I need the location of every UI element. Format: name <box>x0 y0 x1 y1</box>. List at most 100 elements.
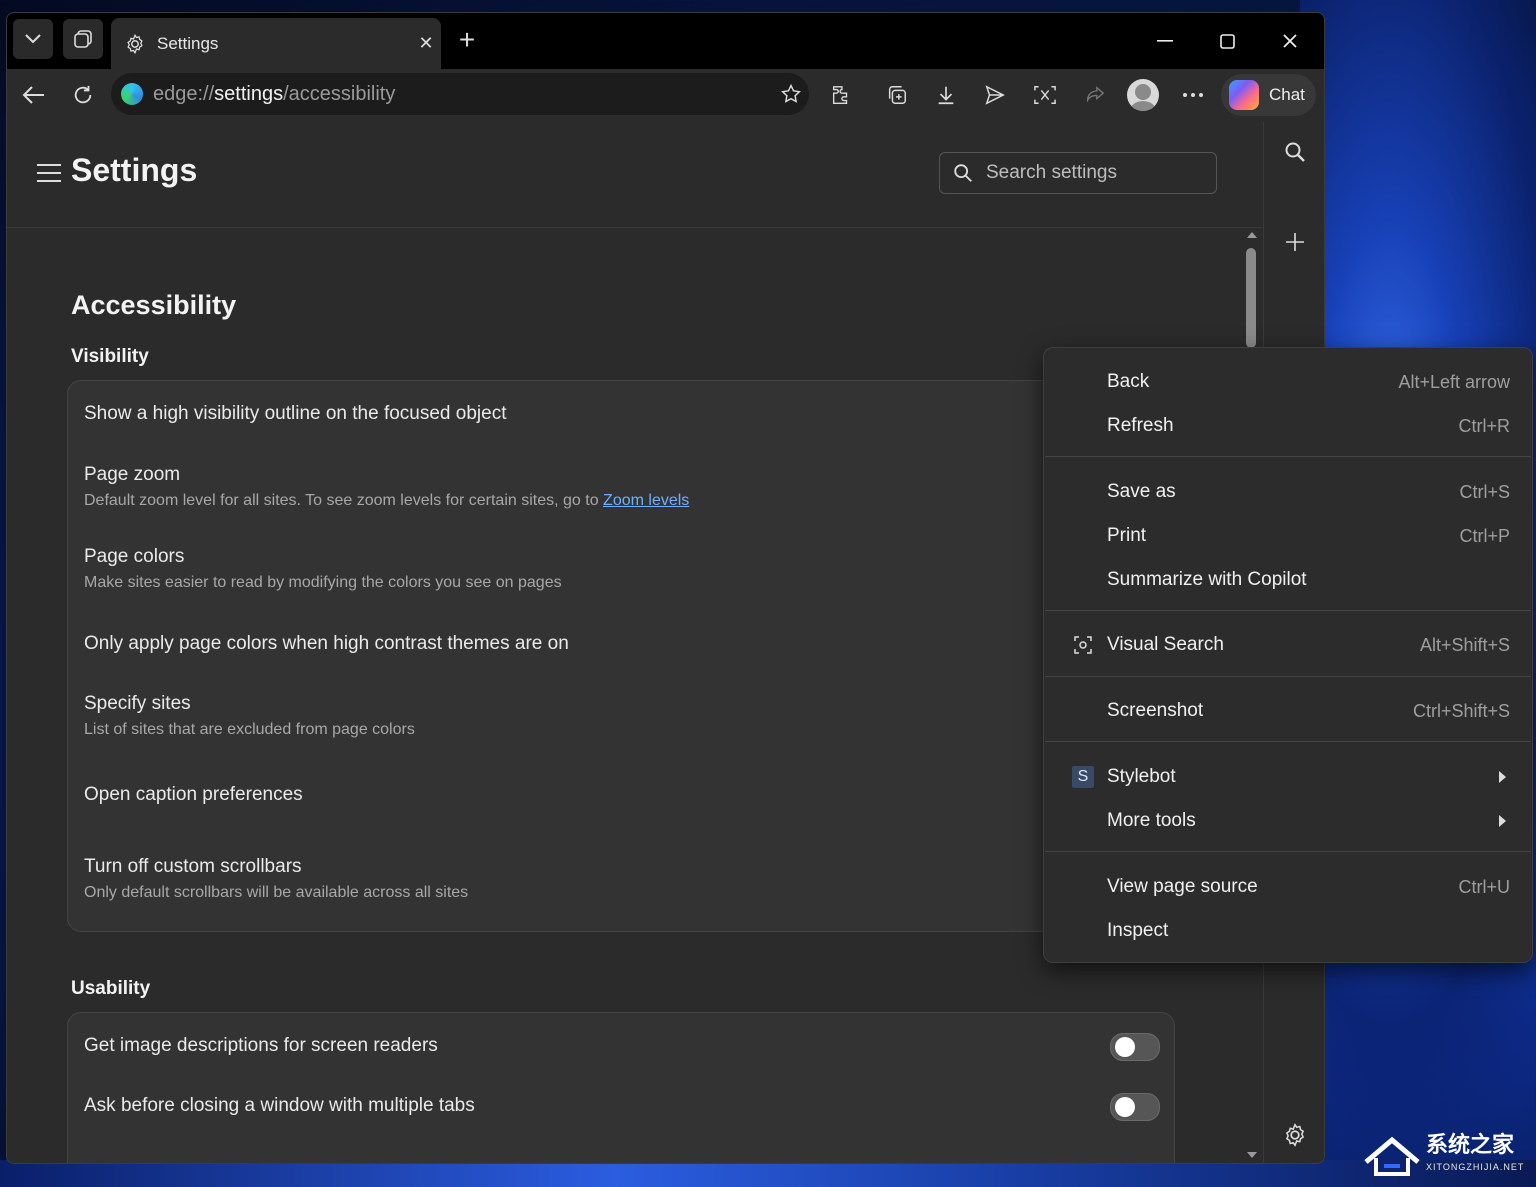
url-host: settings <box>214 82 284 105</box>
setting-title: Only apply page colors when high contras… <box>84 633 569 654</box>
back-button[interactable] <box>16 77 52 113</box>
menu-item-back[interactable]: Back Alt+Left arrow <box>1044 360 1532 404</box>
menu-item-screenshot[interactable]: Screenshot Ctrl+Shift+S <box>1044 689 1532 733</box>
menu-shortcut: Ctrl+P <box>1459 525 1510 546</box>
watermark-text: 系统之家 XITONGZHIJIA.NET <box>1426 1134 1524 1178</box>
profile-avatar[interactable] <box>1127 79 1159 111</box>
menu-item-visual-search[interactable]: Visual Search Alt+Shift+S <box>1044 623 1532 667</box>
stylebot-icon: S <box>1072 766 1094 788</box>
arrow-left-icon <box>22 86 44 104</box>
maximize-icon <box>1219 33 1235 49</box>
visual-search-icon <box>1072 634 1094 656</box>
send-icon[interactable] <box>977 77 1013 113</box>
setting-row[interactable]: Page colors Make sites easier to read by… <box>84 546 562 592</box>
tab-settings[interactable]: Settings ✕ <box>111 18 441 69</box>
usability-heading: Usability <box>71 978 151 999</box>
workspaces-icon <box>74 30 92 48</box>
sidebar-settings-icon[interactable] <box>1277 1117 1313 1153</box>
menu-shortcut: Ctrl+U <box>1458 876 1510 897</box>
setting-title: Specify sites <box>84 693 191 714</box>
screenshot-icon[interactable] <box>1027 77 1063 113</box>
menu-shortcut: Ctrl+R <box>1458 415 1510 436</box>
minimize-button[interactable] <box>1135 23 1195 59</box>
setting-title: Turn off custom scrollbars <box>84 856 302 877</box>
menu-separator <box>1045 456 1531 457</box>
usability-card: Get image descriptions for screen reader… <box>67 1012 1175 1163</box>
menu-separator <box>1045 676 1531 677</box>
menu-item-save-as[interactable]: Save as Ctrl+S <box>1044 470 1532 514</box>
edge-logo-icon <box>121 83 143 105</box>
minimize-icon <box>1157 40 1173 42</box>
collections-icon[interactable] <box>879 77 915 113</box>
search-settings-box[interactable] <box>939 152 1217 194</box>
tab-title: Settings <box>157 33 219 53</box>
menu-item-summarize[interactable]: Summarize with Copilot <box>1044 558 1532 602</box>
submenu-arrow-icon <box>1499 771 1506 783</box>
new-tab-button[interactable]: + <box>451 25 483 57</box>
setting-row[interactable]: Only apply page colors when high contras… <box>84 633 569 655</box>
share-icon[interactable] <box>1077 77 1113 113</box>
visibility-card: Show a high visibility outline on the fo… <box>67 380 1175 932</box>
copilot-chat-button[interactable]: Chat <box>1221 74 1316 116</box>
menu-item-view-source[interactable]: View page source Ctrl+U <box>1044 865 1532 909</box>
visibility-heading: Visibility <box>71 346 149 367</box>
close-icon <box>1283 34 1297 48</box>
context-menu: Back Alt+Left arrow Refresh Ctrl+R Save … <box>1043 347 1533 963</box>
setting-title: Open caption preferences <box>84 784 303 805</box>
setting-row[interactable]: Specify sites List of sites that are exc… <box>84 693 415 739</box>
setting-row[interactable]: Show a high visibility outline on the fo… <box>84 403 506 425</box>
scroll-up-arrow[interactable] <box>1247 232 1257 238</box>
menu-item-inspect[interactable]: Inspect <box>1044 909 1532 953</box>
menu-icon[interactable] <box>37 164 61 184</box>
extensions-icon[interactable] <box>823 77 859 113</box>
setting-title: Show a high visibility outline on the fo… <box>84 403 507 424</box>
menu-label: Print <box>1107 525 1147 546</box>
url-path: /accessibility <box>283 82 396 105</box>
menu-label: Summarize with Copilot <box>1107 569 1307 590</box>
menu-shortcut: Alt+Shift+S <box>1419 634 1510 655</box>
menu-item-refresh[interactable]: Refresh Ctrl+R <box>1044 404 1532 448</box>
favorite-star-icon[interactable] <box>773 83 809 105</box>
menu-label: Save as <box>1107 481 1176 502</box>
ask-before-closing-toggle[interactable] <box>1110 1093 1160 1121</box>
tab-actions-button[interactable] <box>13 19 53 59</box>
scroll-down-arrow[interactable] <box>1247 1152 1257 1158</box>
close-tab-icon[interactable]: ✕ <box>411 33 441 54</box>
more-options-icon[interactable] <box>1175 77 1211 113</box>
download-icon[interactable] <box>928 77 964 113</box>
setting-desc: Make sites easier to read by modifying t… <box>84 574 562 591</box>
setting-title: Page zoom <box>84 464 181 485</box>
zoom-levels-link[interactable]: Zoom levels <box>603 492 689 509</box>
site-watermark: 系统之家 XITONGZHIJIA.NET <box>1362 1130 1532 1182</box>
setting-desc: Only default scrollbars will be availabl… <box>84 884 469 901</box>
sidebar-add-icon[interactable] <box>1277 224 1313 260</box>
watermark-house-icon <box>1364 1136 1420 1176</box>
setting-title: Ask before closing a window with multipl… <box>84 1095 475 1116</box>
refresh-icon <box>74 85 92 104</box>
watermark-title: 系统之家 <box>1426 1132 1515 1157</box>
address-bar[interactable]: edge://settings/accessibility <box>111 73 809 115</box>
maximize-button[interactable] <box>1197 23 1257 59</box>
scroll-thumb[interactable] <box>1246 248 1256 348</box>
menu-separator <box>1045 741 1531 742</box>
menu-item-print[interactable]: Print Ctrl+P <box>1044 514 1532 558</box>
menu-shortcut: Ctrl+S <box>1459 481 1510 502</box>
setting-row: Get image descriptions for screen reader… <box>84 1035 438 1057</box>
workspaces-button[interactable] <box>63 19 103 59</box>
menu-item-more-tools[interactable]: More tools <box>1044 799 1532 843</box>
refresh-button[interactable] <box>65 77 101 113</box>
setting-row[interactable]: Open caption preferences <box>84 784 303 806</box>
sidebar-search-icon[interactable] <box>1277 134 1313 170</box>
wallpaper-strip <box>0 1160 1536 1187</box>
close-window-button[interactable] <box>1260 23 1320 59</box>
setting-row: Ask before closing a window with multipl… <box>84 1095 475 1117</box>
menu-separator <box>1045 851 1531 852</box>
search-input[interactable] <box>984 161 1208 185</box>
title-bar: Settings ✕ + <box>7 13 1324 69</box>
menu-label: Refresh <box>1107 415 1174 436</box>
menu-item-stylebot[interactable]: S Stylebot <box>1044 755 1532 799</box>
image-descriptions-toggle[interactable] <box>1110 1033 1160 1061</box>
setting-row[interactable]: Turn off custom scrollbars Only default … <box>84 856 468 902</box>
setting-row[interactable]: Page zoom Default zoom level for all sit… <box>84 464 689 510</box>
menu-shortcut: Ctrl+Shift+S <box>1412 700 1510 721</box>
